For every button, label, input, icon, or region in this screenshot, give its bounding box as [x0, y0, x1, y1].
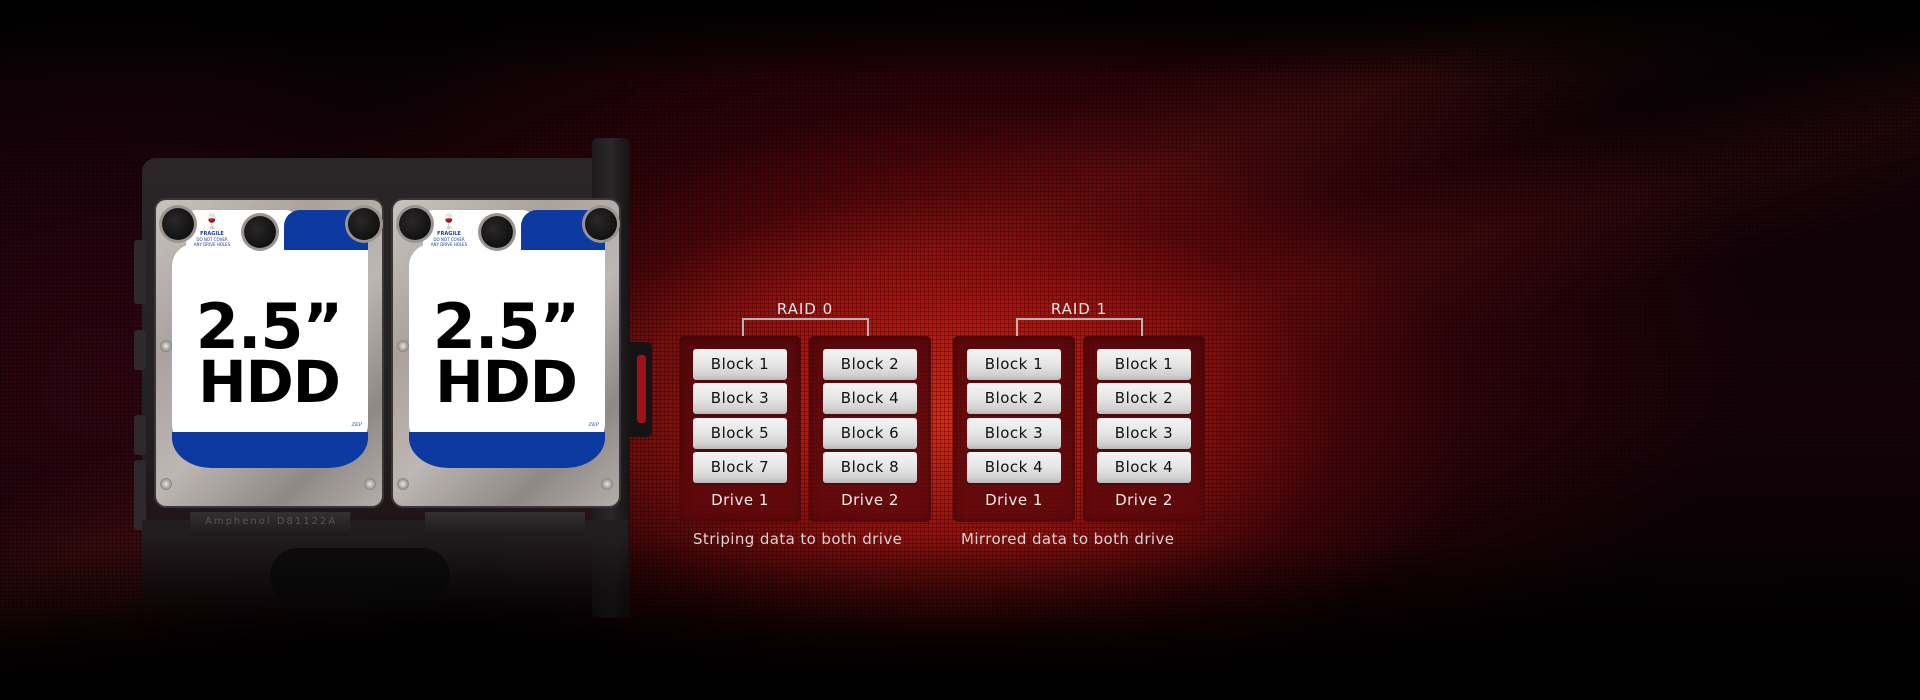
background-top-fade [0, 0, 1920, 80]
hdd-type-label: HDD [198, 348, 341, 416]
data-block: Block 4 [967, 452, 1061, 483]
drive-label: Drive 1 [711, 491, 769, 509]
background-bottom-fade [0, 540, 1920, 700]
hdd-drive-1: 🍷 FRAGILE DO NOT COVER ANY DRIVE HOLES 2… [156, 200, 382, 506]
drive-hole [481, 216, 513, 248]
hdd-size-label: 2.5” [195, 290, 344, 363]
data-block: Block 1 [693, 349, 787, 380]
data-block: Block 1 [967, 349, 1061, 380]
drive-hole [348, 208, 380, 240]
drive-cage-tab-slot [637, 355, 646, 423]
hdd-model-code: ZEP [588, 422, 600, 428]
data-block: Block 4 [823, 383, 917, 414]
raid-0-drive-1-panel: Block 1 Block 3 Block 5 Block 7 Drive 1 [679, 336, 801, 522]
hdd-drive-2: 🍷 FRAGILE DO NOT COVER ANY DRIVE HOLES 2… [393, 200, 619, 506]
hdd-model-code: ZEP [351, 422, 363, 428]
raid-0-drive-2-panel: Block 2 Block 4 Block 6 Block 8 Drive 2 [809, 336, 931, 522]
data-block: Block 2 [1097, 383, 1191, 414]
fragile-glass-icon: 🍷 [203, 214, 221, 230]
screw-icon [397, 478, 409, 490]
data-block: Block 1 [1097, 349, 1191, 380]
screw-icon [601, 478, 613, 490]
raid-1-bracket [1016, 318, 1143, 336]
data-block: Block 8 [823, 452, 917, 483]
hdd-label-blue-stripe-bottom [409, 432, 605, 468]
fragile-warning: DO NOT COVER ANY DRIVE HOLES [419, 237, 479, 247]
drive-hole [244, 216, 276, 248]
data-block: Block 3 [693, 383, 787, 414]
screw-icon [364, 478, 376, 490]
drive-label: Drive 2 [1115, 491, 1173, 509]
data-block: Block 2 [967, 383, 1061, 414]
raid-1-drive-1-panel: Block 1 Block 2 Block 3 Block 4 Drive 1 [953, 336, 1075, 522]
drive-label: Drive 2 [841, 491, 899, 509]
data-block: Block 6 [823, 418, 917, 449]
raid-0-title: RAID 0 [776, 300, 834, 318]
raid-1-caption: Mirrored data to both drive [961, 530, 1175, 548]
cage-side-clip [134, 415, 146, 455]
raid-0-caption: Striping data to both drive [693, 530, 903, 548]
fragile-warning-line: ANY DRIVE HOLES [193, 242, 231, 247]
fragile-glass-icon: 🍷 [440, 214, 458, 230]
drive-label: Drive 1 [985, 491, 1043, 509]
drive-hole [585, 208, 617, 240]
data-block: Block 3 [1097, 418, 1191, 449]
fragile-warning-line: ANY DRIVE HOLES [430, 242, 468, 247]
data-block: Block 2 [823, 349, 917, 380]
raid-1-title: RAID 1 [1050, 300, 1108, 318]
data-block: Block 3 [967, 418, 1061, 449]
hdd-label-blue-stripe-bottom [172, 432, 368, 468]
raid-0-bracket [742, 318, 869, 336]
sata-connector [425, 512, 585, 536]
fragile-warning: DO NOT COVER ANY DRIVE HOLES [182, 237, 242, 247]
data-block: Block 4 [1097, 452, 1191, 483]
data-block: Block 5 [693, 418, 787, 449]
data-block: Block 7 [693, 452, 787, 483]
connector-label: Amphenol D81122A [205, 516, 338, 527]
hdd-type-label: HDD [435, 348, 578, 416]
raid-1-drive-2-panel: Block 1 Block 2 Block 3 Block 4 Drive 2 [1083, 336, 1205, 522]
hdd-size-label: 2.5” [432, 290, 581, 363]
screw-icon [160, 478, 172, 490]
cage-side-clip [134, 330, 146, 370]
cage-side-clip [134, 240, 146, 304]
